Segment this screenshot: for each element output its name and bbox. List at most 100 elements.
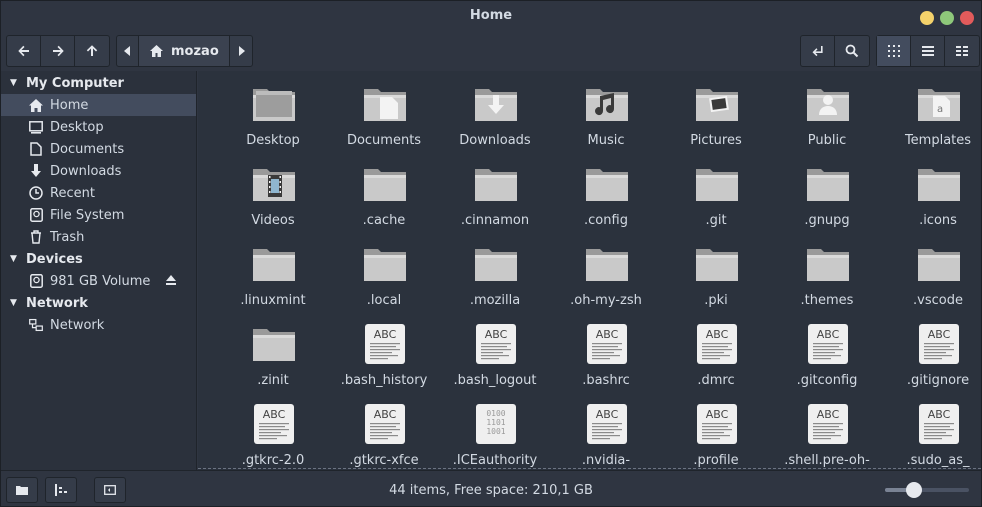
list-view-button[interactable] xyxy=(911,36,945,66)
up-button[interactable] xyxy=(75,36,109,66)
file-name: Music xyxy=(587,133,625,148)
file-item[interactable]: .gnupg xyxy=(772,151,882,231)
view-buttons xyxy=(876,35,980,67)
file-item[interactable]: ABC .nvidia- xyxy=(551,391,661,470)
file-item[interactable]: ABC .sudo_as_ xyxy=(883,391,981,470)
file-item[interactable]: ABC .bash_logout xyxy=(440,311,550,391)
breadcrumb-right-button[interactable] xyxy=(230,36,252,66)
file-item[interactable]: a Templates xyxy=(883,71,981,151)
file-name: .themes xyxy=(800,293,854,308)
text-file-icon: ABC xyxy=(916,321,962,367)
file-item[interactable]: ABC .gitconfig xyxy=(772,311,882,391)
grid-icon xyxy=(887,45,900,57)
sidebar-item-recent[interactable]: Recent xyxy=(1,182,196,204)
file-item[interactable]: .zinit xyxy=(218,311,328,391)
text-file-icon: ABC xyxy=(362,321,408,367)
back-button[interactable] xyxy=(7,36,41,66)
svg-text:1101: 1101 xyxy=(486,418,505,427)
file-item[interactable]: Documents xyxy=(329,71,439,151)
sidebar-item-downloads[interactable]: Downloads xyxy=(1,160,196,182)
file-name: .cache xyxy=(362,213,406,228)
file-item[interactable]: ABC .bash_history xyxy=(329,311,439,391)
folder-icon xyxy=(805,161,851,207)
file-item[interactable]: ABC .dmrc xyxy=(661,311,771,391)
file-item[interactable]: Pictures xyxy=(661,71,771,151)
file-item[interactable]: .cinnamon xyxy=(440,151,550,231)
maximize-button[interactable] xyxy=(940,11,954,25)
sidebar-section-devices[interactable]: ▼ Devices xyxy=(1,248,196,270)
minimize-button[interactable] xyxy=(920,11,934,25)
svg-text:ABC: ABC xyxy=(596,408,619,421)
section-label: Network xyxy=(26,295,88,311)
file-item[interactable]: Music xyxy=(551,71,661,151)
svg-text:a: a xyxy=(937,104,943,115)
breadcrumb-home[interactable]: mozao xyxy=(139,36,230,66)
file-item[interactable]: 0100 1101 1001 .ICEauthority xyxy=(440,391,550,470)
file-item[interactable]: .local xyxy=(329,231,439,311)
file-name: .nvidia- xyxy=(581,453,631,468)
search-button[interactable] xyxy=(835,36,869,66)
file-name: .pki xyxy=(704,293,728,308)
file-item[interactable]: .themes xyxy=(772,231,882,311)
file-item[interactable]: ABC .bashrc xyxy=(551,311,661,391)
file-item[interactable]: ABC .shell.pre-oh- xyxy=(772,391,882,470)
file-item[interactable]: Videos xyxy=(218,151,328,231)
file-item[interactable]: .git xyxy=(661,151,771,231)
breadcrumb-left-button[interactable] xyxy=(117,36,139,66)
chevron-right-icon xyxy=(238,46,245,56)
breadcrumb-label: mozao xyxy=(171,43,219,59)
title-bar[interactable]: Home xyxy=(1,1,981,31)
sidebar-section-network[interactable]: ▼ Network xyxy=(1,292,196,314)
zoom-slider[interactable] xyxy=(885,482,969,498)
file-item[interactable]: Downloads xyxy=(440,71,550,151)
sidebar-item-home[interactable]: Home xyxy=(1,94,196,116)
file-grid[interactable]: Desktop Documents Downloads Music Pictures Pu… xyxy=(198,71,981,470)
toggle-location-button[interactable] xyxy=(801,36,835,66)
file-item[interactable]: .icons xyxy=(883,151,981,231)
file-item[interactable]: ABC .gtkrc-2.0 xyxy=(218,391,328,470)
forward-button[interactable] xyxy=(41,36,75,66)
toolbar: mozao xyxy=(1,31,981,71)
sidebar-section-my-computer[interactable]: ▼ My Computer xyxy=(1,72,196,94)
navigation-buttons xyxy=(6,35,110,67)
zoom-slider-handle[interactable] xyxy=(905,482,922,498)
file-item[interactable]: .pki xyxy=(661,231,771,311)
file-item[interactable]: ABC .gtkrc-xfce xyxy=(329,391,439,470)
file-item[interactable]: .oh-my-zsh xyxy=(551,231,661,311)
file-item[interactable]: Desktop xyxy=(218,71,328,151)
file-item[interactable]: .vscode xyxy=(883,231,981,311)
svg-text:ABC: ABC xyxy=(928,408,951,421)
file-item[interactable]: .linuxmint xyxy=(218,231,328,311)
sidebar-item-network[interactable]: Network xyxy=(1,314,196,336)
sidebar-item-documents[interactable]: Documents xyxy=(1,138,196,160)
compact-view-button[interactable] xyxy=(945,36,979,66)
sidebar-item-label: Recent xyxy=(50,185,95,201)
file-name: .oh-my-zsh xyxy=(570,293,642,308)
compact-list-icon xyxy=(956,46,968,56)
drive-icon xyxy=(29,274,43,288)
icon-view-button[interactable] xyxy=(877,36,911,66)
svg-text:ABC: ABC xyxy=(374,408,397,421)
file-item[interactable]: Public xyxy=(772,71,882,151)
folder-icon xyxy=(473,241,519,287)
trash-icon xyxy=(29,230,43,244)
text-file-icon: ABC xyxy=(584,321,630,367)
filesystem-icon xyxy=(29,208,43,222)
sidebar-item-trash[interactable]: Trash xyxy=(1,226,196,248)
file-item[interactable]: .cache xyxy=(329,151,439,231)
eject-icon[interactable] xyxy=(165,274,177,290)
file-item[interactable]: .mozilla xyxy=(440,231,550,311)
file-item[interactable]: ABC .gitignore xyxy=(883,311,981,391)
sidebar-item-file-system[interactable]: File System xyxy=(1,204,196,226)
sidebar-item-volume[interactable]: 981 GB Volume xyxy=(1,270,196,292)
folder-icon xyxy=(584,241,630,287)
documents-folder-icon xyxy=(362,81,408,127)
file-item[interactable]: .config xyxy=(551,151,661,231)
close-button[interactable] xyxy=(960,11,974,25)
file-item[interactable]: ABC .profile xyxy=(661,391,771,470)
section-label: My Computer xyxy=(26,75,124,91)
breadcrumb: mozao xyxy=(116,35,253,67)
sidebar-item-desktop[interactable]: Desktop xyxy=(1,116,196,138)
text-file-icon: ABC xyxy=(805,401,851,447)
file-name: .sudo_as_ xyxy=(906,453,970,468)
